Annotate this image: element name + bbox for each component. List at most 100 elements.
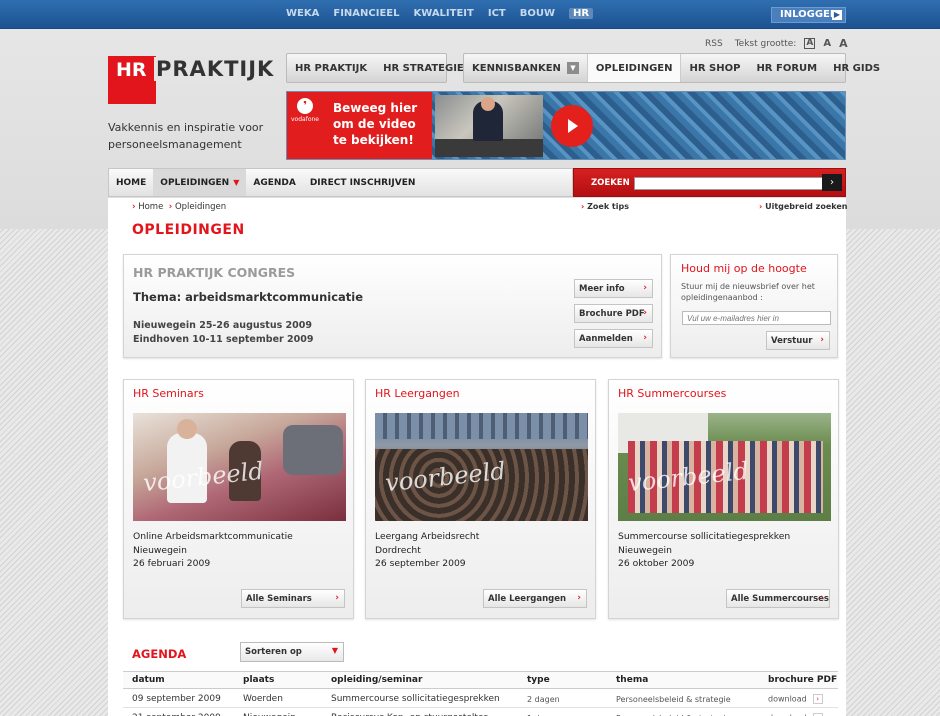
col-thema[interactable]: thema bbox=[607, 671, 759, 689]
text-size-small[interactable]: A bbox=[804, 38, 816, 49]
sort-dropdown[interactable]: Sorteren op ▼ bbox=[240, 642, 344, 662]
congres-date-2: Eindhoven 10-11 september 2009 bbox=[133, 334, 314, 345]
brochure-pdf-button[interactable]: Brochure PDF › bbox=[574, 304, 653, 323]
main-nav-group-2: KENNISBANKEN ▼ OPLEIDINGEN HR SHOP HR FOR… bbox=[463, 53, 880, 83]
portal-link-financieel[interactable]: FINANCIEEL bbox=[333, 8, 399, 19]
alle-leergangen-label: Alle Leergangen bbox=[488, 594, 567, 604]
play-icon[interactable] bbox=[551, 105, 593, 147]
table-header-row: datum plaats opleiding/seminar type them… bbox=[123, 671, 838, 689]
sub-nav: HOME OPLEIDINGEN ▼ AGENDA DIRECT INSCHRIJ… bbox=[108, 168, 573, 197]
search-input[interactable] bbox=[634, 177, 829, 190]
portal-link-hr[interactable]: HR bbox=[569, 8, 594, 19]
download-link[interactable]: download bbox=[768, 695, 807, 704]
leergangen-card: HR Leergangen voorbeeld Leergang Arbeids… bbox=[365, 379, 596, 619]
nav-hr-forum[interactable]: HR FORUM bbox=[748, 54, 825, 82]
newsletter-title: Houd mij op de hoogte bbox=[681, 262, 807, 275]
subnav-home[interactable]: HOME bbox=[109, 169, 153, 196]
cell-opleiding[interactable]: Basiscursus Kop- en stuurgesteltes bbox=[322, 707, 518, 716]
portal-link-ict[interactable]: ICT bbox=[488, 8, 506, 19]
nav-opleidingen[interactable]: OPLEIDINGEN bbox=[586, 54, 682, 82]
text-size-medium[interactable]: A bbox=[823, 38, 831, 49]
text-size-label: Tekst grootte: bbox=[734, 38, 797, 49]
portal-link-bouw[interactable]: BOUW bbox=[520, 8, 555, 19]
arrow-right-icon: ▶ bbox=[832, 10, 842, 20]
nav-hr-gids[interactable]: HR GIDS bbox=[825, 54, 888, 82]
nav-hr-shop[interactable]: HR SHOP bbox=[681, 54, 748, 82]
alle-summercourses-label: Alle Summercourses bbox=[731, 594, 829, 604]
logo[interactable]: HR PRAKTIJK bbox=[108, 56, 277, 104]
photo-person bbox=[283, 425, 343, 475]
card-event-place: Dordrecht bbox=[375, 544, 421, 556]
portal-link-weka[interactable]: WEKA bbox=[286, 8, 319, 19]
congres-panel: HR PRAKTIJK CONGRES Thema: arbeidsmarktc… bbox=[123, 254, 662, 358]
card-event-place: Nieuwegein bbox=[133, 544, 187, 556]
text-size-large[interactable]: A bbox=[839, 37, 848, 50]
chevron-down-icon: ▼ bbox=[233, 178, 240, 187]
card-event-name: Leergang Arbeidsrecht bbox=[375, 531, 480, 542]
download-arrow-icon[interactable]: › bbox=[812, 694, 823, 704]
thumb-desk bbox=[435, 139, 543, 157]
cell-thema: Personeelsbeleid & strategie bbox=[607, 707, 759, 716]
search-bar: ZOEKEN › bbox=[573, 168, 846, 197]
meer-info-label: Meer info bbox=[579, 284, 625, 294]
seminar-photo: voorbeeld bbox=[133, 413, 346, 521]
subnav-opleidingen-label: OPLEIDINGEN bbox=[160, 177, 230, 188]
congres-theme: Thema: arbeidsmarktcommunicatie bbox=[133, 290, 364, 304]
summercourse-photo: voorbeeld bbox=[618, 413, 831, 521]
card-event-name: Online Arbeidsmarktcommunicatie bbox=[133, 531, 293, 542]
logo-hr: HR bbox=[116, 59, 147, 81]
col-plaats[interactable]: plaats bbox=[234, 671, 322, 689]
sort-label: Sorteren op bbox=[245, 647, 302, 657]
leergang-photo: voorbeeld bbox=[375, 413, 588, 521]
subnav-direct-inschrijven[interactable]: DIRECT INSCHRIJVEN bbox=[303, 169, 423, 196]
breadcrumb-home[interactable]: Home bbox=[138, 202, 163, 212]
email-input[interactable] bbox=[682, 311, 831, 325]
arrow-right-icon: › bbox=[643, 283, 647, 293]
portal-nav: WEKA FINANCIEEL KWALITEIT ICT BOUW HR bbox=[286, 8, 594, 19]
portal-link-kwaliteit[interactable]: KWALITEIT bbox=[413, 8, 473, 19]
breadcrumb-current: Opleidingen bbox=[174, 202, 227, 212]
congres-dates: Nieuwegein 25-26 augustus 2009 Eindhoven… bbox=[133, 319, 313, 347]
cell-plaats: Woerden bbox=[234, 688, 322, 708]
card-info: Summercourse sollicitatiegesprekken Nieu… bbox=[618, 530, 790, 571]
advanced-search-link[interactable]: › Uitgebreid zoeken bbox=[759, 202, 847, 211]
aanmelden-label: Aanmelden bbox=[579, 334, 633, 344]
arrow-right-icon: › bbox=[820, 335, 824, 345]
card-title: HR Leergangen bbox=[375, 387, 460, 400]
video-thumbnail bbox=[435, 95, 543, 157]
cell-opleiding[interactable]: Summercourse sollicitatiegesprekken bbox=[322, 688, 518, 708]
alle-leergangen-button[interactable]: Alle Leergangen › bbox=[483, 589, 587, 608]
col-type[interactable]: type bbox=[518, 671, 607, 689]
meer-info-button[interactable]: Meer info › bbox=[574, 279, 653, 298]
alle-seminars-button[interactable]: Alle Seminars › bbox=[241, 589, 345, 608]
page-title: OPLEIDINGEN bbox=[132, 222, 245, 238]
cell-brochure[interactable]: download› bbox=[759, 707, 838, 716]
banner-text: Beweeg hier om de video te bekijken! bbox=[333, 101, 418, 147]
aanmelden-button[interactable]: Aanmelden › bbox=[574, 329, 653, 348]
rss-link[interactable]: RSS bbox=[705, 39, 723, 49]
subnav-agenda[interactable]: AGENDA bbox=[246, 169, 302, 196]
card-info: Online Arbeidsmarktcommunicatie Nieuwege… bbox=[133, 530, 293, 571]
alle-summercourses-button[interactable]: Alle Summercourses › bbox=[726, 589, 830, 608]
col-datum[interactable]: datum bbox=[123, 671, 234, 689]
video-banner[interactable]: ❜ vodafone Beweeg hier om de video te bek… bbox=[286, 91, 846, 160]
cell-brochure[interactable]: download › bbox=[759, 688, 838, 708]
col-brochure: brochure PDF bbox=[759, 671, 838, 689]
nav-kennisbanken[interactable]: KENNISBANKEN ▼ bbox=[464, 54, 587, 82]
tagline: Vakkennis en inspiratie voor personeelsm… bbox=[108, 121, 264, 151]
verstuur-button[interactable]: Verstuur › bbox=[766, 331, 830, 350]
vodafone-logo-icon: ❜ bbox=[297, 98, 313, 114]
seminars-card: HR Seminars voorbeeld Online Arbeidsmark… bbox=[123, 379, 354, 619]
zoek-tips-link[interactable]: › Zoek tips bbox=[581, 202, 629, 211]
nav-kennisbanken-label: KENNISBANKEN bbox=[472, 62, 561, 74]
arrow-right-icon: › bbox=[643, 333, 647, 343]
subnav-opleidingen[interactable]: OPLEIDINGEN ▼ bbox=[153, 169, 247, 196]
search-submit-icon[interactable]: › bbox=[822, 174, 842, 191]
login-button[interactable]: INLOGGEN ▶ bbox=[771, 7, 846, 23]
card-title: HR Summercourses bbox=[618, 387, 727, 400]
table-row[interactable]: 09 september 2009 Woerden Summercourse s… bbox=[123, 688, 838, 708]
table-row[interactable]: 21 september 2009 Nieuwegein Basiscursus… bbox=[123, 707, 838, 716]
col-opleiding[interactable]: opleiding/seminar bbox=[322, 671, 518, 689]
nav-hr-praktijk[interactable]: HR PRAKTIJK bbox=[287, 54, 375, 82]
nav-hr-strategie[interactable]: HR STRATEGIE bbox=[375, 54, 472, 82]
